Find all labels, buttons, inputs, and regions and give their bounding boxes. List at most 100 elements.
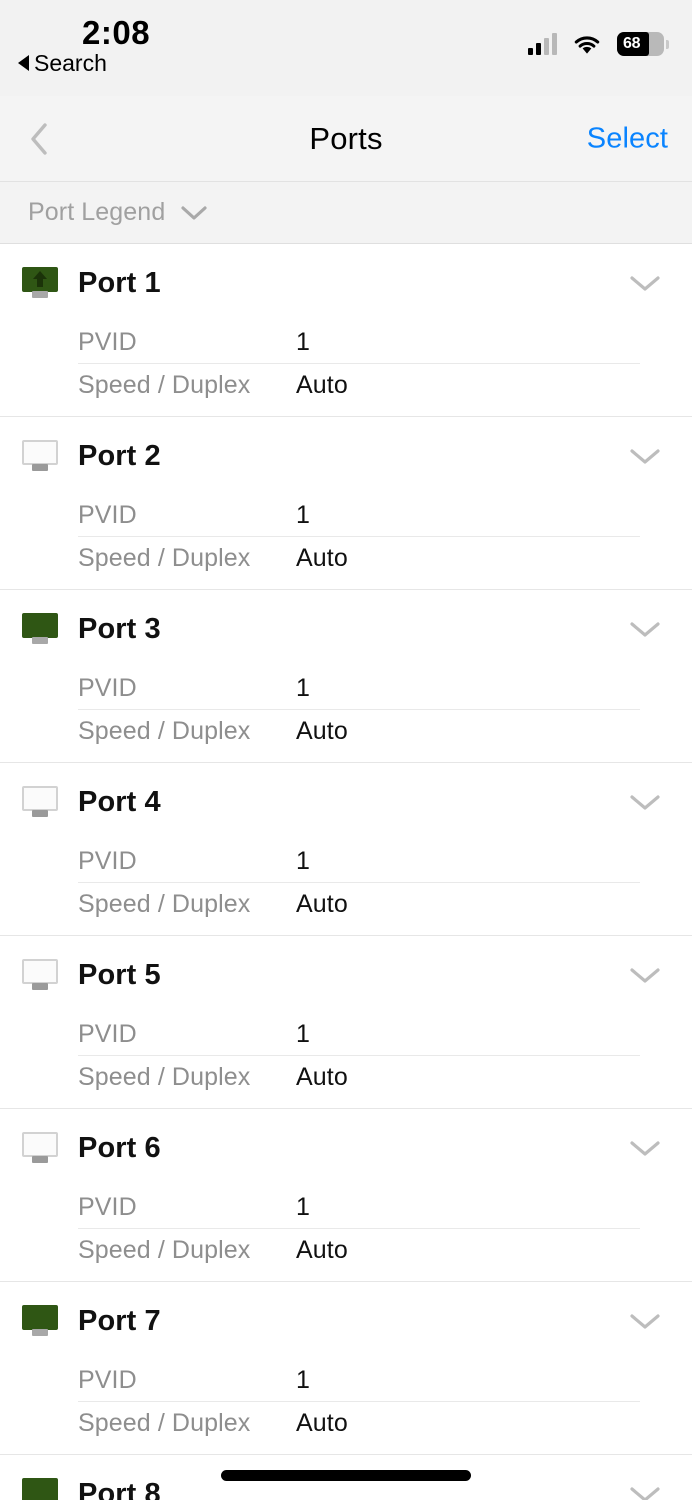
speed-duplex-label: Speed / Duplex — [78, 716, 251, 745]
monitor-active-icon — [22, 267, 58, 299]
speed-duplex-value: Auto — [296, 370, 348, 399]
port-name: Port 4 — [78, 785, 161, 818]
pvid-value: 1 — [296, 674, 311, 702]
speed-duplex-value: Auto — [296, 1235, 348, 1264]
pvid-value: 1 — [296, 1366, 311, 1394]
chevron-down-icon — [630, 968, 660, 983]
chevron-left-icon — [31, 122, 47, 155]
port-expand-chevron[interactable] — [628, 1138, 662, 1158]
select-button[interactable]: Select — [587, 122, 668, 155]
monitor-active-icon — [22, 1305, 58, 1337]
port-detail-row-pvid: PVID 1 — [78, 322, 640, 364]
port-name: Port 5 — [78, 958, 161, 991]
port-detail-rows: PVID 1 Speed / Duplex Auto — [0, 1014, 692, 1098]
port-header[interactable]: Port 1 — [0, 244, 692, 322]
chevron-down-icon — [630, 449, 660, 464]
port-header[interactable]: Port 7 — [0, 1282, 692, 1360]
port-expand-chevron[interactable] — [628, 792, 662, 812]
speed-duplex-label: Speed / Duplex — [78, 370, 251, 399]
port-detail-row-pvid: PVID 1 — [78, 1014, 640, 1056]
monitor-inactive-icon — [22, 959, 58, 991]
port-expand-chevron[interactable] — [628, 446, 662, 466]
port-detail-row-speed-duplex: Speed / Duplex Auto — [78, 537, 692, 579]
pvid-label: PVID — [78, 1020, 137, 1048]
navigation-bar: Ports Select — [0, 96, 692, 182]
port-detail-row-speed-duplex: Speed / Duplex Auto — [78, 1229, 692, 1271]
chevron-down-icon — [630, 795, 660, 810]
pvid-value: 1 — [296, 328, 311, 356]
port-section: Port 6 PVID 1 Speed / Duplex Auto — [0, 1109, 692, 1282]
port-detail-row-pvid: PVID 1 — [78, 668, 640, 710]
port-header[interactable]: Port 5 — [0, 936, 692, 1014]
monitor-inactive-icon — [22, 1132, 58, 1164]
monitor-inactive-icon — [22, 786, 58, 818]
port-section: Port 3 PVID 1 Speed / Duplex Auto — [0, 590, 692, 763]
port-name: Port 6 — [78, 1131, 161, 1164]
port-section: Port 5 PVID 1 Speed / Duplex Auto — [0, 936, 692, 1109]
chevron-down-icon — [630, 1487, 660, 1500]
chevron-down-icon — [630, 1314, 660, 1329]
battery-icon: 68 — [617, 32, 669, 56]
port-detail-row-speed-duplex: Speed / Duplex Auto — [78, 1402, 692, 1444]
port-header[interactable]: Port 6 — [0, 1109, 692, 1187]
pvid-value: 1 — [296, 1193, 311, 1221]
monitor-active-icon — [22, 1478, 58, 1500]
home-indicator — [221, 1470, 471, 1481]
port-detail-rows: PVID 1 Speed / Duplex Auto — [0, 668, 692, 752]
port-name: Port 3 — [78, 612, 161, 645]
port-detail-row-pvid: PVID 1 — [78, 1360, 640, 1402]
status-bar-right: 68 — [528, 32, 669, 56]
speed-duplex-label: Speed / Duplex — [78, 543, 251, 572]
pvid-label: PVID — [78, 501, 137, 529]
port-detail-rows: PVID 1 Speed / Duplex Auto — [0, 1187, 692, 1271]
port-header[interactable]: Port 2 — [0, 417, 692, 495]
port-detail-row-speed-duplex: Speed / Duplex Auto — [78, 883, 692, 925]
port-detail-row-speed-duplex: Speed / Duplex Auto — [78, 364, 692, 406]
port-expand-chevron[interactable] — [628, 1484, 662, 1500]
port-section: Port 4 PVID 1 Speed / Duplex Auto — [0, 763, 692, 936]
pvid-label: PVID — [78, 847, 137, 875]
port-expand-chevron[interactable] — [628, 1311, 662, 1331]
speed-duplex-label: Speed / Duplex — [78, 1408, 251, 1437]
monitor-active-icon — [22, 613, 58, 645]
chevron-down-icon — [630, 1141, 660, 1156]
pvid-label: PVID — [78, 1193, 137, 1221]
status-bar-left: 2:08 Search — [18, 14, 150, 76]
port-detail-rows: PVID 1 Speed / Duplex Auto — [0, 495, 692, 579]
battery-cap — [666, 40, 669, 49]
port-detail-rows: PVID 1 Speed / Duplex Auto — [0, 322, 692, 406]
port-detail-row-pvid: PVID 1 — [78, 495, 640, 537]
status-bar-clock: 2:08 — [82, 14, 151, 51]
port-detail-row-speed-duplex: Speed / Duplex Auto — [78, 1056, 692, 1098]
app-screen: 2:08 Search 68 Ports Select Port Legend … — [0, 0, 692, 1500]
wifi-icon — [573, 34, 601, 55]
port-header[interactable]: Port 3 — [0, 590, 692, 668]
cellular-signal-icon — [528, 33, 557, 55]
pvid-label: PVID — [78, 328, 137, 356]
previous-app-label: Search — [34, 50, 107, 76]
back-button[interactable] — [22, 122, 56, 156]
port-name: Port 7 — [78, 1304, 161, 1337]
speed-duplex-label: Speed / Duplex — [78, 1235, 251, 1264]
port-section: Port 7 PVID 1 Speed / Duplex Auto — [0, 1282, 692, 1455]
speed-duplex-value: Auto — [296, 543, 348, 572]
port-detail-row-pvid: PVID 1 — [78, 1187, 640, 1229]
port-detail-row-pvid: PVID 1 — [78, 841, 640, 883]
return-to-previous-app-button[interactable]: Search — [18, 50, 107, 76]
port-section: Port 2 PVID 1 Speed / Duplex Auto — [0, 417, 692, 590]
port-detail-rows: PVID 1 Speed / Duplex Auto — [0, 841, 692, 925]
port-name: Port 2 — [78, 439, 161, 472]
pvid-value: 1 — [296, 501, 311, 529]
port-legend-toggle[interactable]: Port Legend — [0, 182, 692, 244]
pvid-label: PVID — [78, 1366, 137, 1394]
port-expand-chevron[interactable] — [628, 965, 662, 985]
port-expand-chevron[interactable] — [628, 619, 662, 639]
chevron-down-icon — [179, 204, 209, 222]
port-section: Port 1 PVID 1 Speed / Duplex Auto — [0, 244, 692, 417]
speed-duplex-label: Speed / Duplex — [78, 1062, 251, 1091]
speed-duplex-value: Auto — [296, 889, 348, 918]
ports-list: Port 1 PVID 1 Speed / Duplex Auto Port 2… — [0, 244, 692, 1500]
chevron-down-icon — [630, 276, 660, 291]
port-header[interactable]: Port 4 — [0, 763, 692, 841]
port-expand-chevron[interactable] — [628, 273, 662, 293]
